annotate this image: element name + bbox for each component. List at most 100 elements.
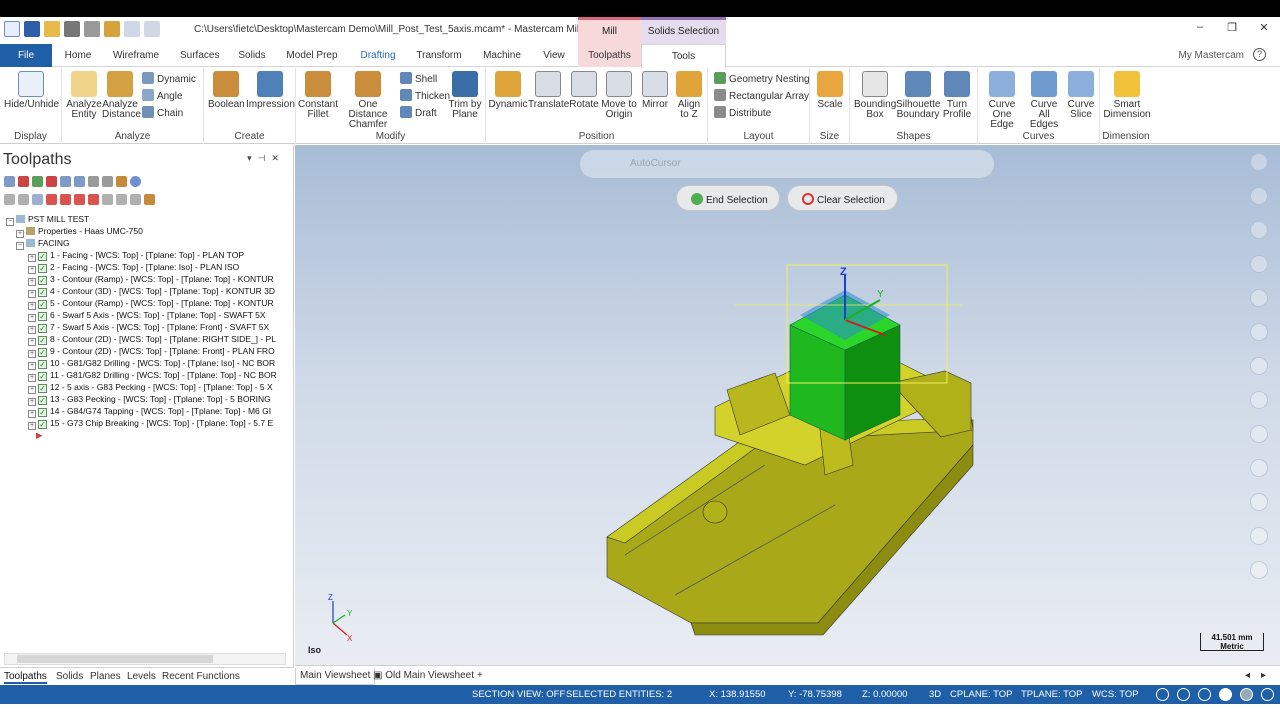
horizontal-scrollbar[interactable]	[4, 653, 286, 665]
tree-group-facing[interactable]: − FACING	[6, 237, 290, 250]
curve-one-edge-button[interactable]: Curve One Edge	[980, 71, 1024, 130]
mode-3d[interactable]: 3D	[929, 689, 941, 700]
redo-icon[interactable]	[144, 21, 160, 37]
analyze-distance-button[interactable]: Analyze Distance	[102, 71, 141, 120]
tab-file[interactable]: File	[0, 44, 52, 67]
move-to-origin-button[interactable]: Move to Origin	[600, 71, 638, 120]
tab-wireframe[interactable]: Wireframe	[112, 44, 160, 67]
context-tab-mill[interactable]: Mill	[578, 17, 641, 44]
viewsheet-scroll-left-icon[interactable]: ◂	[1241, 668, 1254, 685]
single-display-icon[interactable]	[116, 194, 127, 205]
toolpath-operation[interactable]: + ✓ 12 - 5 axis - G83 Pecking - [WCS: Top]…	[6, 381, 290, 394]
thicken-button[interactable]: Thicken	[400, 89, 450, 102]
save-icon[interactable]	[24, 21, 40, 37]
chain-button[interactable]: Chain	[142, 106, 183, 119]
add-viewsheet-button[interactable]: +	[473, 668, 487, 685]
toolpath-operation[interactable]: + ✓ 15 - G73 Chip Breaking - [WCS: Top] - …	[6, 417, 290, 430]
tree-properties[interactable]: + Properties - Haas UMC-750	[6, 225, 290, 238]
move-up-icon[interactable]	[60, 194, 71, 205]
move-down-icon[interactable]	[46, 194, 57, 205]
toggle-posting-icon[interactable]	[18, 194, 29, 205]
lock-icon[interactable]	[4, 194, 15, 205]
constant-fillet-button[interactable]: Constant Fillet	[298, 71, 338, 120]
simulate-icon[interactable]	[88, 176, 99, 187]
turn-profile-button[interactable]: Turn Profile	[940, 71, 974, 120]
geometry-nesting-button[interactable]: Geometry Nesting	[714, 72, 810, 85]
toolpath-operation[interactable]: + ✓ 1 - Facing - [WCS: Top] - [Tplane: Top…	[6, 249, 290, 262]
convert-icon[interactable]	[104, 21, 120, 37]
toolpath-operation[interactable]: + ✓ 8 - Contour (2D) - [WCS: Top] - [Tplan…	[6, 333, 290, 346]
pin-icon[interactable]: ⊣	[258, 153, 272, 163]
dynamic-position-button[interactable]: Dynamic	[488, 71, 528, 110]
toolpath-operation[interactable]: + ✓ 3 - Contour (Ramp) - [WCS: Top] - [Tpl…	[6, 273, 290, 286]
rectangular-array-button[interactable]: Rectangular Array	[714, 89, 809, 102]
insert-arrow-icon[interactable]	[74, 194, 85, 205]
tab-toolpaths[interactable]: Toolpaths	[578, 44, 641, 67]
toolpath-operation[interactable]: + ✓ 7 - Swarf 5 Axis - [WCS: Top] - [Tplan…	[6, 321, 290, 334]
toolpath-operation[interactable]: + ✓ 10 - G81/G82 Drilling - [WCS: Top] - […	[6, 357, 290, 370]
wire-sphere-icon[interactable]	[1240, 688, 1253, 701]
close-button[interactable]: ✕	[1248, 17, 1280, 39]
print-icon[interactable]	[64, 21, 80, 37]
my-mastercam-link[interactable]: My Mastercam	[1178, 50, 1244, 61]
new-file-icon[interactable]	[4, 21, 20, 37]
toggle-display-icon[interactable]	[116, 176, 127, 187]
scrollbar-thumb[interactable]	[17, 655, 213, 663]
scale-button[interactable]: Scale	[814, 71, 846, 110]
dynamic-analyze-button[interactable]: Dynamic	[142, 72, 196, 85]
shaded-sphere-icon[interactable]	[1219, 688, 1232, 701]
hide-icon[interactable]	[1250, 357, 1268, 375]
shading-icon[interactable]	[1250, 289, 1268, 307]
impression-button[interactable]: Impression	[246, 71, 295, 110]
status-settings-icon[interactable]	[1261, 688, 1274, 701]
maximize-button[interactable]: ❐	[1216, 17, 1248, 39]
undo-icon[interactable]	[124, 21, 140, 37]
translate-button[interactable]: Translate	[528, 71, 569, 110]
tab-planes-manager[interactable]: Planes	[90, 671, 121, 682]
open-icon[interactable]	[44, 21, 60, 37]
help-panel-icon[interactable]	[130, 176, 141, 187]
globe-wcs-icon[interactable]	[1177, 688, 1190, 701]
graphics-viewport[interactable]: AutoCursor End Selection Clear Selection	[295, 145, 1280, 665]
tab-model-prep[interactable]: Model Prep	[286, 44, 338, 67]
curve-all-edges-button[interactable]: Curve All Edges	[1024, 71, 1064, 130]
fit-icon[interactable]	[1250, 187, 1268, 205]
select-failed-icon[interactable]	[18, 176, 29, 187]
toolpath-operation[interactable]: + ✓ 5 - Contour (Ramp) - [WCS: Top] - [Tpl…	[6, 297, 290, 310]
panel-dropdown-icon[interactable]: ▾	[247, 153, 258, 163]
globe-icon[interactable]	[1156, 688, 1169, 701]
help-icon[interactable]: ?	[1253, 48, 1266, 61]
cplane-status[interactable]: CPLANE: TOP	[950, 689, 1012, 700]
tab-transform[interactable]: Transform	[416, 44, 462, 67]
toolpath-operation[interactable]: + ✓ 2 - Facing - [WCS: Top] - [Tplane: Iso…	[6, 261, 290, 274]
layers-icon[interactable]	[1250, 527, 1268, 545]
distribute-button[interactable]: Distribute	[714, 106, 771, 119]
minimize-button[interactable]: –	[1184, 17, 1216, 39]
toolpath-operation[interactable]: + ✓ 6 - Swarf 5 Axis - [WCS: Top] - [Tplan…	[6, 309, 290, 322]
backplot-icon[interactable]	[60, 176, 71, 187]
tree-root[interactable]: − PST MILL TEST	[6, 213, 290, 226]
tab-tools[interactable]: Tools	[641, 44, 726, 68]
tab-home[interactable]: Home	[64, 44, 92, 67]
regenerate-dirty-icon[interactable]	[46, 176, 57, 187]
one-distance-chamfer-button[interactable]: One Distance Chamfer	[340, 71, 396, 130]
viewsheet-main[interactable]: Main Viewsheet	[295, 668, 376, 685]
hide-unhide-button[interactable]: Hide/Unhide	[4, 71, 59, 110]
color-icon[interactable]	[1250, 425, 1268, 443]
boolean-button[interactable]: Boolean	[208, 71, 245, 110]
print-preview-icon[interactable]	[84, 21, 100, 37]
toolpath-operation[interactable]: + ✓ 13 - G83 Pecking - [WCS: Top] - [Tplan…	[6, 393, 290, 406]
wcs-status[interactable]: WCS: TOP	[1092, 689, 1139, 700]
tab-machine[interactable]: Machine	[482, 44, 522, 67]
visibility-icon[interactable]	[32, 194, 43, 205]
tplane-status[interactable]: TPLANE: TOP	[1021, 689, 1082, 700]
globe-plane-icon[interactable]	[1198, 688, 1211, 701]
toolpath-operation[interactable]: + ✓ 14 - G84/G74 Tapping - [WCS: Top] - [T…	[6, 405, 290, 418]
tab-recent-functions[interactable]: Recent Functions	[162, 671, 240, 682]
level-icon[interactable]	[1250, 493, 1268, 511]
dimension-view-icon[interactable]	[1250, 323, 1268, 341]
trim-by-plane-button[interactable]: Trim by Plane	[446, 71, 484, 120]
analyze-entity-button[interactable]: Analyze Entity	[66, 71, 102, 120]
select-all-icon[interactable]	[4, 176, 15, 187]
insert-arrow[interactable]: ▶	[6, 429, 290, 441]
